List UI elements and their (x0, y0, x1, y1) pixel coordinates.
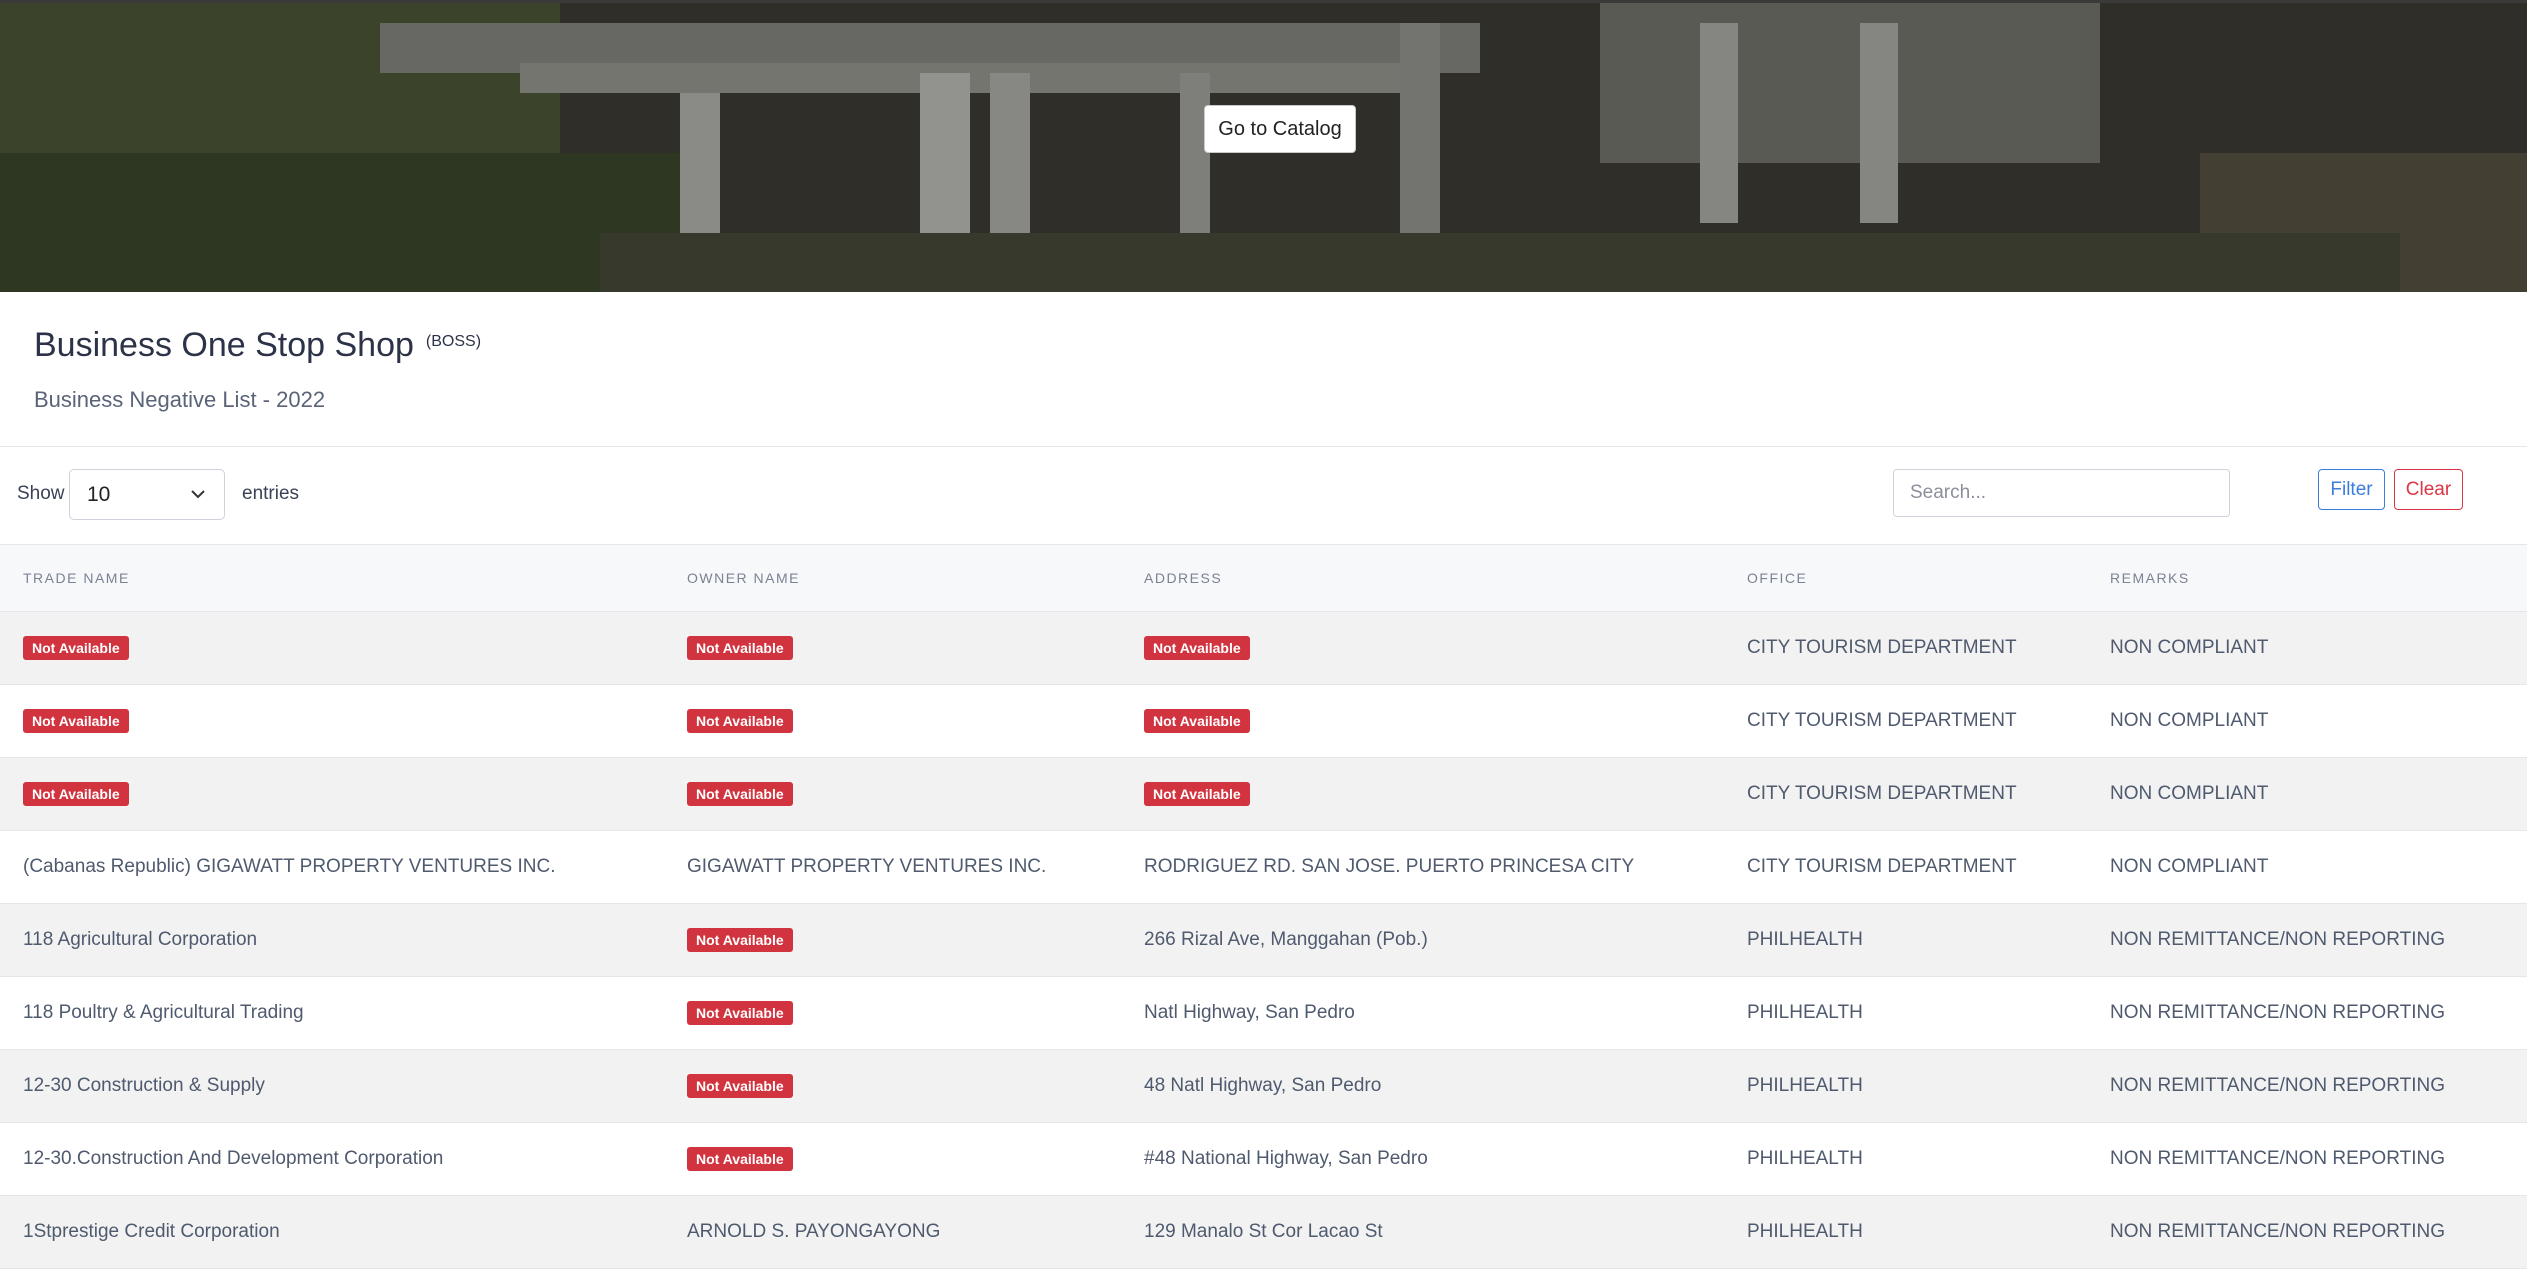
address-cell: Not Available (1121, 684, 1724, 758)
address-cell: Not Available (1121, 611, 1724, 685)
not-available-badge: Not Available (687, 782, 793, 806)
filter-button[interactable]: Filter (2318, 469, 2385, 510)
remarks-cell: NON COMPLIANT (2087, 830, 2527, 904)
office-cell: PHILHEALTH (1724, 1195, 2087, 1269)
address-cell: Natl Highway, San Pedro (1121, 976, 1724, 1050)
not-available-badge: Not Available (23, 636, 129, 660)
owner-name-cell: Not Available (664, 757, 1121, 831)
owner-name-cell: Not Available (664, 1122, 1121, 1196)
go-to-catalog-button[interactable]: Go to Catalog (1204, 105, 1356, 153)
clear-button[interactable]: Clear (2394, 469, 2463, 510)
office-cell: CITY TOURISM DEPARTMENT (1724, 684, 2087, 758)
office-cell: CITY TOURISM DEPARTMENT (1724, 757, 2087, 831)
table-row[interactable]: 1Stprestige Credit Corporation ARNOLD S. … (0, 1195, 2527, 1269)
entries-select-value: 10 (87, 482, 111, 506)
table-row[interactable]: Not Available Not Available Not Available C… (0, 611, 2527, 685)
page-subtitle: Business Negative List - 2022 (34, 387, 326, 412)
not-available-badge: Not Available (687, 636, 793, 660)
owner-name-cell: GIGAWATT PROPERTY VENTURES INC. (664, 830, 1121, 904)
table-row[interactable]: Not Available Not Available Not Available C… (0, 684, 2527, 758)
column-header-address[interactable]: ADDRESS (1121, 545, 1724, 612)
show-label: Show (17, 483, 65, 504)
owner-name-cell: Not Available (664, 611, 1121, 685)
owner-name-cell: Not Available (664, 684, 1121, 758)
negative-list-table: TRADE NAME OWNER NAME ADDRESS OFFICE REM… (0, 545, 2527, 1269)
trade-name-cell: 12-30.Construction And Development Corpo… (0, 1122, 664, 1196)
remarks-cell: NON REMITTANCE/NON REPORTING (2087, 976, 2527, 1050)
page-title-abbreviation: (BOSS) (425, 333, 482, 350)
not-available-badge: Not Available (687, 928, 793, 952)
not-available-badge: Not Available (1144, 782, 1250, 806)
remarks-cell: NON COMPLIANT (2087, 611, 2527, 685)
address-cell: 48 Natl Highway, San Pedro (1121, 1049, 1724, 1123)
trade-name-cell: 12-30 Construction & Supply (0, 1049, 664, 1123)
address-cell: #48 National Highway, San Pedro (1121, 1122, 1724, 1196)
address-cell: Not Available (1121, 757, 1724, 831)
page-title: Business One Stop Shop (34, 326, 414, 364)
trade-name-cell: 118 Poultry & Agricultural Trading (0, 976, 664, 1050)
remarks-cell: NON COMPLIANT (2087, 684, 2527, 758)
table-row[interactable]: 118 Agricultural Corporation Not Availabl… (0, 903, 2527, 977)
address-cell: RODRIGUEZ RD. SAN JOSE. PUERTO PRINCESA … (1121, 830, 1724, 904)
table-row[interactable]: (Cabanas Republic) GIGAWATT PROPERTY VEN… (0, 830, 2527, 904)
trade-name-cell: Not Available (0, 684, 664, 758)
table-controls: Show 10 entries Filter Clear (0, 447, 2527, 545)
entries-label: entries (242, 483, 300, 504)
column-header-remarks[interactable]: REMARKS (2087, 545, 2527, 612)
owner-name-cell: Not Available (664, 903, 1121, 977)
not-available-badge: Not Available (1144, 636, 1250, 660)
chevron-down-icon (191, 490, 205, 499)
office-cell: CITY TOURISM DEPARTMENT (1724, 830, 2087, 904)
table-header-row: TRADE NAME OWNER NAME ADDRESS OFFICE REM… (0, 545, 2527, 612)
table-row[interactable]: 12-30.Construction And Development Corpo… (0, 1122, 2527, 1196)
owner-name-cell: ARNOLD S. PAYONGAYONG (664, 1195, 1121, 1269)
column-header-trade-name[interactable]: TRADE NAME (0, 545, 664, 612)
not-available-badge: Not Available (1144, 709, 1250, 733)
not-available-badge: Not Available (23, 782, 129, 806)
entries-per-page-select[interactable]: 10 (69, 469, 225, 520)
address-cell: 129 Manalo St Cor Lacao St (1121, 1195, 1724, 1269)
office-cell: PHILHEALTH (1724, 1049, 2087, 1123)
office-cell: PHILHEALTH (1724, 1122, 2087, 1196)
remarks-cell: NON REMITTANCE/NON REPORTING (2087, 1195, 2527, 1269)
trade-name-cell: Not Available (0, 611, 664, 685)
table-body: Not Available Not Available Not Available C… (0, 611, 2527, 1269)
remarks-cell: NON REMITTANCE/NON REPORTING (2087, 903, 2527, 977)
search-input[interactable] (1893, 469, 2230, 517)
not-available-badge: Not Available (687, 1001, 793, 1025)
not-available-badge: Not Available (687, 709, 793, 733)
address-cell: 266 Rizal Ave, Manggahan (Pob.) (1121, 903, 1724, 977)
trade-name-cell: 1Stprestige Credit Corporation (0, 1195, 664, 1269)
owner-name-cell: Not Available (664, 1049, 1121, 1123)
trade-name-cell: (Cabanas Republic) GIGAWATT PROPERTY VEN… (0, 830, 664, 904)
hero-banner: Go to Catalog (0, 0, 2527, 292)
office-cell: CITY TOURISM DEPARTMENT (1724, 611, 2087, 685)
office-cell: PHILHEALTH (1724, 903, 2087, 977)
not-available-badge: Not Available (687, 1074, 793, 1098)
remarks-cell: NON REMITTANCE/NON REPORTING (2087, 1049, 2527, 1123)
table-row[interactable]: 118 Poultry & Agricultural Trading Not Av… (0, 976, 2527, 1050)
not-available-badge: Not Available (23, 709, 129, 733)
not-available-badge: Not Available (687, 1147, 793, 1171)
table-row[interactable]: 12-30 Construction & Supply Not Available… (0, 1049, 2527, 1123)
column-header-office[interactable]: OFFICE (1724, 545, 2087, 612)
table-row[interactable]: Not Available Not Available Not Available C… (0, 757, 2527, 831)
remarks-cell: NON REMITTANCE/NON REPORTING (2087, 1122, 2527, 1196)
owner-name-cell: Not Available (664, 976, 1121, 1050)
trade-name-cell: Not Available (0, 757, 664, 831)
remarks-cell: NON COMPLIANT (2087, 757, 2527, 831)
page-header: Business One Stop Shop (BOSS) Business N… (0, 292, 2527, 447)
office-cell: PHILHEALTH (1724, 976, 2087, 1050)
column-header-owner-name[interactable]: OWNER NAME (664, 545, 1121, 612)
trade-name-cell: 118 Agricultural Corporation (0, 903, 664, 977)
